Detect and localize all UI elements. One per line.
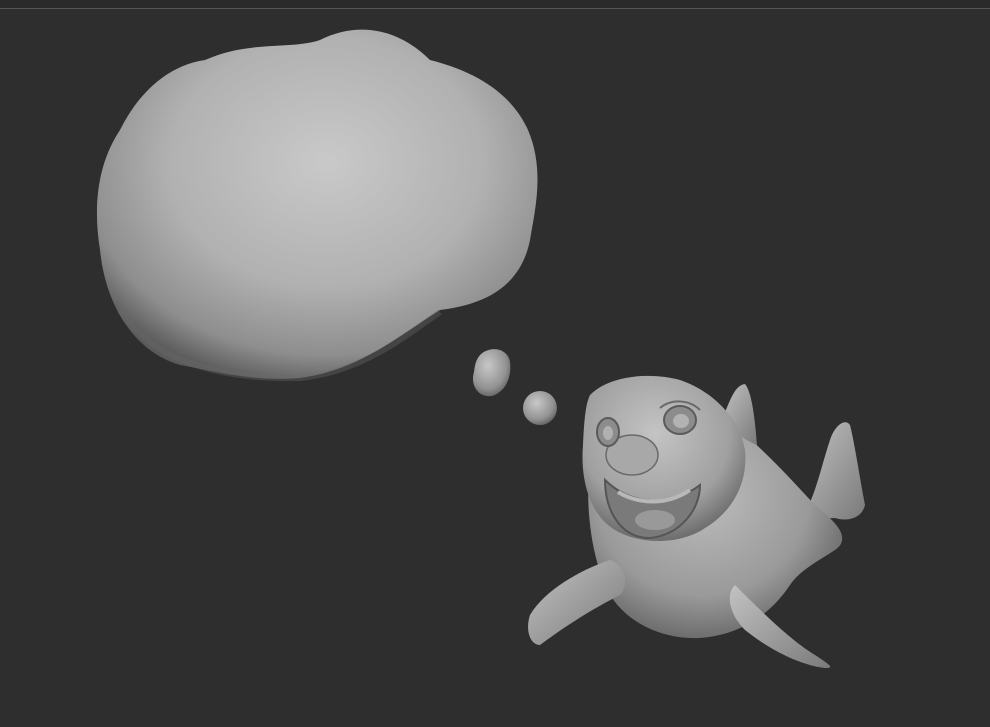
bubble-large-icon[interactable] xyxy=(472,349,511,397)
sculpt-viewport[interactable] xyxy=(0,0,990,727)
dolphin-character-icon[interactable] xyxy=(528,375,865,668)
thought-cloud-icon[interactable] xyxy=(96,29,538,382)
scene-canvas[interactable] xyxy=(0,0,990,727)
bubble-small-icon[interactable] xyxy=(523,391,557,425)
